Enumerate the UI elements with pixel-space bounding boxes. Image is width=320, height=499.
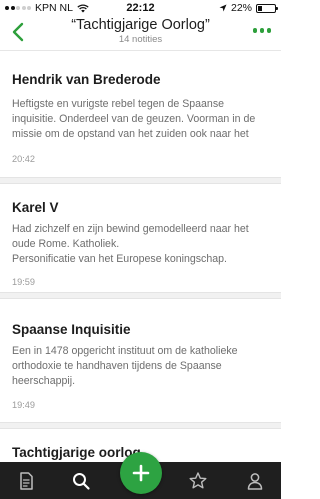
note-excerpt-line: orthodoxie te handhaven tijdens de Spaan… <box>12 360 222 372</box>
note-divider <box>0 422 281 429</box>
note-excerpt-line: Heftigste en vurigste rebel tegen de Spa… <box>12 98 225 110</box>
note-excerpt-line: missie om de opstand van het zuiden ook … <box>12 128 249 140</box>
note-excerpt-line: oude Rome. Katholiek. <box>12 238 120 250</box>
note-title: Hendrik van Brederode <box>12 72 161 87</box>
note-excerpt: Had zichzelf en zijn bewind gemodelleerd… <box>12 222 274 267</box>
search-icon[interactable] <box>71 471 91 491</box>
note-excerpt-line: Had zichzelf en zijn bewind gemodelleerd… <box>12 223 249 235</box>
note-excerpt: Heftigste en vurigste rebel tegen de Spa… <box>12 97 274 142</box>
status-bar: KPN NL 22:12 22% <box>0 0 281 16</box>
navigation-bar: “Tachtigjarige Oorlog” 14 notities <box>0 16 281 50</box>
note-title: Karel V <box>12 200 59 215</box>
add-note-button[interactable] <box>120 452 162 494</box>
note-time: 20:42 <box>12 154 35 164</box>
note-excerpt-line: heerschappij. <box>12 375 76 387</box>
note-excerpt-line: Personificatie van het Europese koningsc… <box>12 253 227 265</box>
note-excerpt-line: Een in 1478 opgericht instituut om de ka… <box>12 345 238 357</box>
star-icon[interactable] <box>188 471 208 491</box>
status-right: 22% <box>219 2 278 14</box>
battery-icon <box>256 3 278 13</box>
page-title: “Tachtigjarige Oorlog” <box>71 17 210 33</box>
note-divider <box>0 177 281 184</box>
note-card[interactable]: Karel V Had zichzelf en zijn bewind gemo… <box>0 184 281 294</box>
note-time: 19:59 <box>12 277 35 287</box>
more-dots-icon[interactable] <box>252 28 271 33</box>
chevron-left-icon[interactable] <box>8 20 30 44</box>
note-excerpt: Een in 1478 opgericht instituut om de ka… <box>12 344 274 389</box>
note-divider <box>0 292 281 299</box>
note-time: 19:49 <box>12 400 35 410</box>
note-card[interactable]: Spaanse Inquisitie Een in 1478 opgericht… <box>0 299 281 419</box>
note-title: Spaanse Inquisitie <box>12 322 131 337</box>
location-arrow-icon <box>219 4 227 12</box>
plus-icon <box>132 464 150 482</box>
notes-icon[interactable] <box>16 471 36 491</box>
note-title: Tachtigjarige oorlog <box>12 445 141 460</box>
note-excerpt-line: inquisitie. Onderdeel van de geuzen. Voo… <box>12 113 256 125</box>
account-icon[interactable] <box>245 471 265 491</box>
battery-percent: 22% <box>230 2 252 14</box>
note-card[interactable]: Hendrik van Brederode Heftigste en vurig… <box>0 51 281 181</box>
note-count: 14 notities <box>118 34 163 45</box>
